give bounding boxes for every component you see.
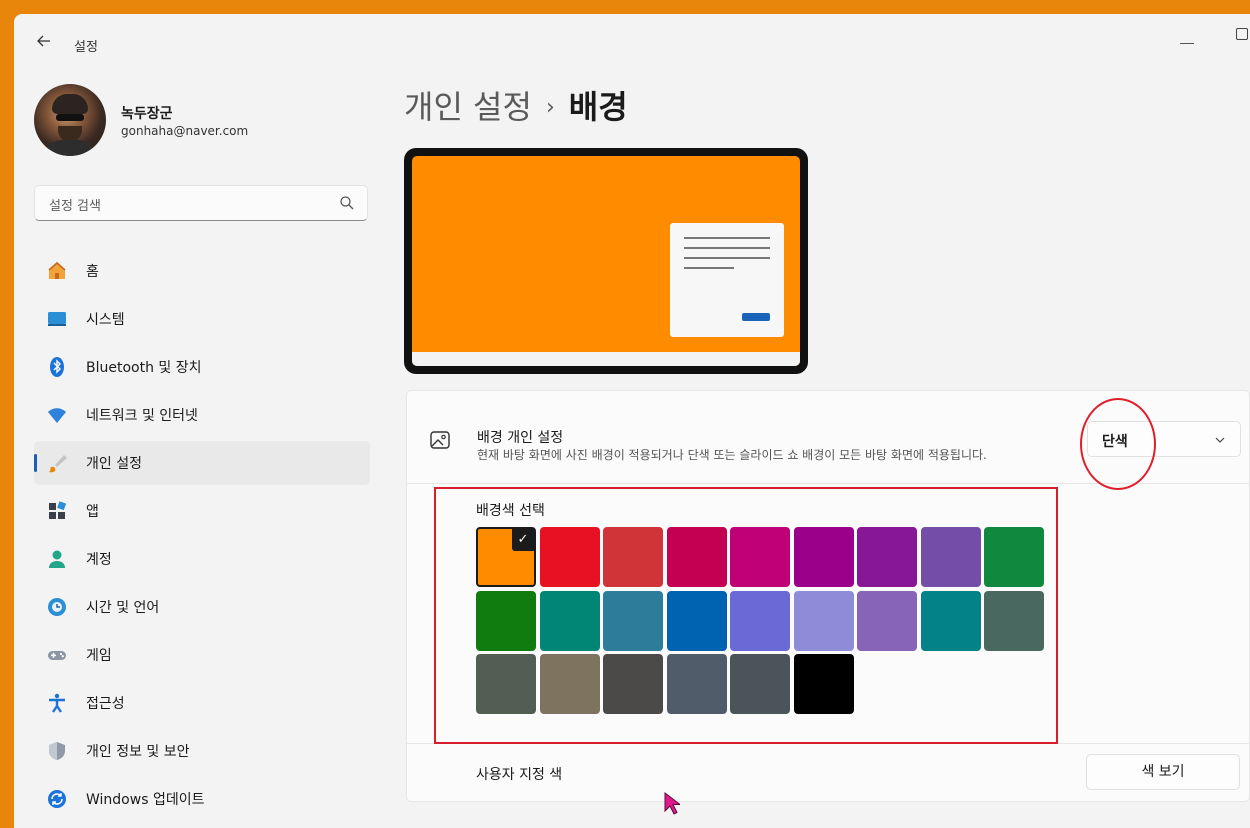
breadcrumb: 개인 설정 › 배경 xyxy=(404,82,628,128)
desktop-preview xyxy=(404,148,808,374)
preview-screen xyxy=(412,156,800,366)
search-input[interactable]: 설정 검색 xyxy=(34,185,368,221)
sidebar-item-6[interactable]: 앱 xyxy=(34,489,370,533)
update-icon xyxy=(46,788,68,810)
breadcrumb-parent[interactable]: 개인 설정 xyxy=(404,88,532,126)
custom-color-label: 사용자 지정 색 xyxy=(476,767,563,783)
sidebar-item-11[interactable]: 개인 정보 및 보안 xyxy=(34,729,370,773)
sidebar-item-12[interactable]: Windows 업데이트 xyxy=(34,777,370,821)
sidebar-item-7[interactable]: 계정 xyxy=(34,537,370,581)
accessibility-icon xyxy=(46,692,68,714)
wifi-icon xyxy=(46,404,68,426)
preview-window xyxy=(670,223,784,337)
user-email: gonhaha@naver.com xyxy=(121,124,249,138)
sidebar-item-label: 시간 및 언어 xyxy=(86,600,160,616)
sidebar-item-9[interactable]: 게임 xyxy=(34,633,370,677)
sidebar-item-label: Bluetooth 및 장치 xyxy=(86,360,202,376)
window-title: 설정 xyxy=(74,40,98,55)
sidebar-item-2[interactable]: 시스템 xyxy=(34,297,370,341)
home-icon xyxy=(46,260,68,282)
sidebar-item-10[interactable]: 접근성 xyxy=(34,681,370,725)
sidebar-item-4[interactable]: 네트워크 및 인터넷 xyxy=(34,393,370,437)
background-card-description: 현재 바탕 화면에 사진 배경이 적용되거나 단색 또는 슬라이드 쇼 배경이 … xyxy=(477,448,987,462)
gamepad-icon xyxy=(46,644,68,666)
view-colors-button[interactable]: 색 보기 xyxy=(1086,754,1240,790)
minimize-icon[interactable] xyxy=(1180,43,1194,44)
search-placeholder: 설정 검색 xyxy=(49,199,101,214)
system-icon xyxy=(46,308,68,330)
sidebar-item-label: 홈 xyxy=(86,264,99,280)
chevron-down-icon xyxy=(1215,437,1225,443)
sidebar-item-label: 계정 xyxy=(86,552,112,568)
title-bar: 설정 xyxy=(14,14,1250,60)
annotation-rectangle xyxy=(434,487,1058,744)
sidebar-item-label: 접근성 xyxy=(86,696,125,712)
page-title: 배경 xyxy=(568,88,628,126)
sidebar-item-5[interactable]: 개인 설정 xyxy=(34,441,370,485)
background-card-title: 배경 개인 설정 xyxy=(477,430,564,446)
sidebar-item-label: 네트워크 및 인터넷 xyxy=(86,408,198,424)
brush-icon xyxy=(46,452,68,474)
bluetooth-icon xyxy=(46,356,68,378)
sidebar-item-label: Windows 업데이트 xyxy=(86,792,205,808)
image-icon xyxy=(430,431,450,449)
sidebar-item-1[interactable]: 홈 xyxy=(34,249,370,293)
avatar[interactable] xyxy=(34,84,106,156)
sidebar-item-label: 개인 정보 및 보안 xyxy=(86,744,190,760)
sidebar-item-label: 시스템 xyxy=(86,312,125,328)
maximize-icon[interactable] xyxy=(1236,28,1248,40)
sidebar-item-label: 개인 설정 xyxy=(86,456,142,472)
sidebar-item-label: 앱 xyxy=(86,504,99,520)
apps-icon xyxy=(46,500,68,522)
sidebar-item-label: 게임 xyxy=(86,648,112,664)
sidebar-item-3[interactable]: Bluetooth 및 장치 xyxy=(34,345,370,389)
mouse-cursor-icon xyxy=(664,792,680,815)
sidebar-item-8[interactable]: 시간 및 언어 xyxy=(34,585,370,629)
shield-icon xyxy=(46,740,68,762)
account-icon xyxy=(46,548,68,570)
user-name: 녹두장군 xyxy=(121,106,173,122)
globe-clock-icon xyxy=(46,596,68,618)
annotation-circle xyxy=(1080,398,1156,490)
back-arrow-icon[interactable] xyxy=(32,32,56,56)
search-icon xyxy=(340,196,354,210)
preview-taskbar xyxy=(412,352,800,366)
breadcrumb-separator: › xyxy=(545,95,555,120)
